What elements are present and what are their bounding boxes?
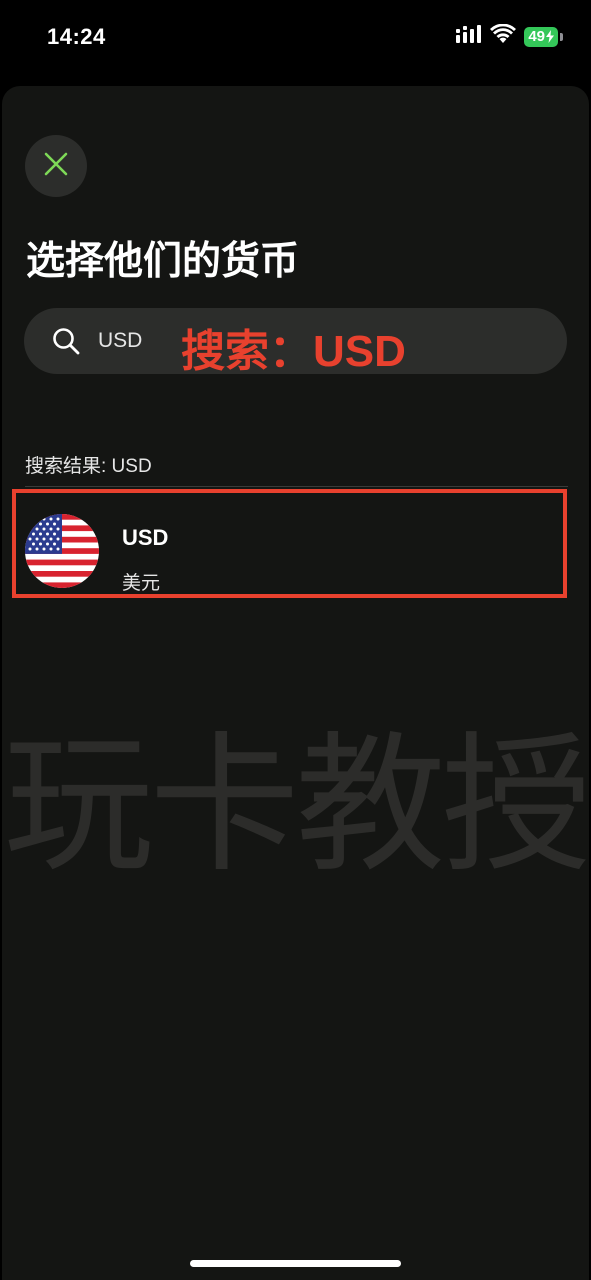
battery-charging-icon: 49 [524,26,563,47]
wifi-icon [490,23,517,49]
search-icon [52,327,80,360]
status-bar: 14:24 49 [0,0,591,80]
currency-name: 美元 [122,573,161,594]
currency-picker-sheet: 选择他们的货币 搜索：USD 搜索结果: USD [2,86,591,1280]
close-button[interactable] [25,135,87,197]
list-item[interactable]: USD 美元 [16,492,567,598]
status-icons: 49 [456,23,563,49]
results-divider [25,486,568,487]
watermark: 玩卡教授 [3,721,591,889]
close-icon [44,152,68,181]
page-title: 选择他们的货币 [26,240,300,283]
home-indicator [190,1260,401,1267]
results-label: 搜索结果: USD [25,456,152,477]
status-time: 14:24 [47,24,106,49]
cellular-signal-icon [456,25,482,48]
search-input[interactable] [98,320,168,362]
battery-level: 49 [528,28,545,45]
us-flag-icon [25,514,99,588]
search-annotation: 搜索：USD [181,327,406,376]
currency-code: USD [122,525,169,550]
search-bar[interactable]: 搜索：USD [24,308,567,376]
